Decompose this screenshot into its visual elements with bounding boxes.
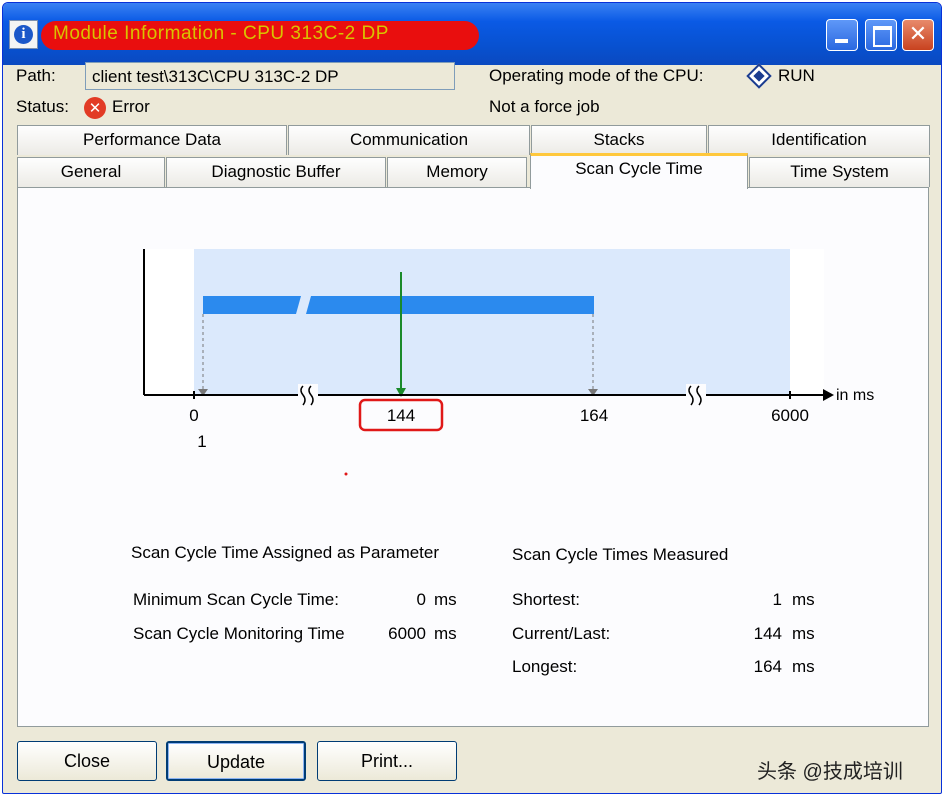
assigned-heading: Scan Cycle Time Assigned as Parameter (131, 543, 440, 562)
cycle-bar-left (203, 296, 301, 314)
min-cycle-value: 0 (416, 590, 426, 609)
maximize-button[interactable] (865, 19, 897, 51)
minimize-icon (835, 39, 848, 43)
close-window-button[interactable]: ✕ (902, 19, 934, 51)
red-dot (344, 472, 348, 476)
maximize-icon (873, 26, 892, 47)
title-bar[interactable]: i Module Information - CPU 313C-2 DP ✕ (3, 3, 941, 65)
force-job-status: Not a force job (489, 97, 600, 116)
tick-label-164: 164 (580, 406, 608, 425)
tick-label-6000: 6000 (771, 406, 809, 425)
error-x-icon: ✕ (84, 97, 106, 119)
tab-memory[interactable]: Memory (387, 157, 527, 187)
current-last-label: Current/Last: (512, 624, 611, 643)
path-field: client test\313C\CPU 313C-2 DP (85, 62, 455, 90)
tab-scan-cycle-time[interactable]: Scan Cycle Time (530, 153, 748, 189)
tick-label-144: 144 (387, 406, 415, 425)
longest-label: Longest: (512, 657, 578, 676)
operating-mode-label: Operating mode of the CPU: (489, 66, 704, 85)
minimize-button[interactable] (826, 19, 858, 51)
axis-unit-label: in ms (836, 387, 874, 404)
module-information-window: i Module Information - CPU 313C-2 DP ✕ P… (2, 2, 942, 794)
path-label: Path: (16, 66, 56, 85)
close-icon: ✕ (908, 22, 928, 47)
tab-communication[interactable]: Communication (288, 125, 530, 155)
print-button[interactable]: Print... (317, 741, 457, 781)
measured-heading: Scan Cycle Times Measured (512, 545, 729, 564)
status-label: Status: (16, 97, 69, 116)
shortest-marker-label: 1 (197, 432, 206, 451)
scan-cycle-time-panel: 0 1 144 164 6000 in ms Scan Cycle Time A… (17, 187, 929, 727)
tab-identification[interactable]: Identification (708, 125, 930, 155)
watermark-text: 头条 @技成培训 (757, 761, 903, 783)
shortest-unit: ms (792, 590, 815, 609)
tab-diagnostic-buffer[interactable]: Diagnostic Buffer (166, 157, 386, 187)
shortest-value: 1 (772, 590, 782, 609)
tab-stacks[interactable]: Stacks (531, 125, 707, 155)
tab-performance-data[interactable]: Performance Data (17, 125, 287, 155)
min-cycle-label: Minimum Scan Cycle Time: (133, 590, 339, 609)
current-last-value: 144 (753, 624, 782, 643)
monitoring-time-unit: ms (434, 624, 457, 643)
operating-mode-value: RUN (778, 66, 815, 85)
range-band (194, 249, 790, 395)
min-cycle-unit: ms (434, 590, 457, 609)
axis-break-gap-2 (686, 384, 706, 406)
axis-break-gap-1 (298, 384, 318, 406)
cycle-bar-right (306, 296, 594, 314)
shortest-label: Shortest: (512, 590, 581, 609)
longest-unit: ms (792, 657, 815, 676)
scan-cycle-chart: 0 1 144 164 6000 in ms (143, 249, 874, 476)
tick-label-0: 0 (189, 406, 198, 425)
tab-general[interactable]: General (17, 157, 165, 187)
close-button[interactable]: Close (17, 741, 157, 781)
longest-value: 164 (753, 657, 782, 676)
run-diamond-icon (746, 63, 772, 89)
axis-arrow-icon (823, 389, 834, 401)
status-value: Error (112, 97, 150, 116)
window-title: Module Information - CPU 313C-2 DP (53, 23, 389, 44)
monitoring-time-label: Scan Cycle Monitoring Time (133, 624, 345, 643)
current-last-unit: ms (792, 624, 815, 643)
monitoring-time-value: 6000 (388, 624, 426, 643)
update-button[interactable]: Update (166, 741, 306, 781)
info-icon: i (9, 20, 38, 49)
tab-time-system[interactable]: Time System (749, 157, 930, 187)
